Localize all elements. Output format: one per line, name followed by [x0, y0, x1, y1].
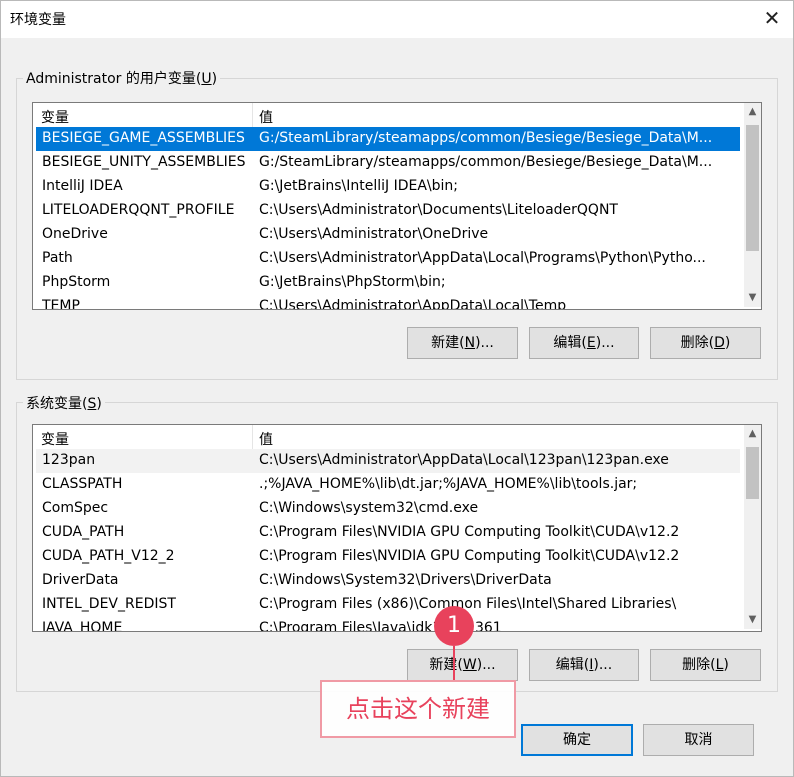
list-header: 变量 值	[33, 103, 741, 127]
table-row[interactable]: LITELOADERQQNT_PROFILE C:\Users\Administr…	[36, 199, 740, 223]
callout-pointer-line	[453, 646, 455, 680]
table-row[interactable]: BESIEGE_GAME_ASSEMBLIES G:/SteamLibrary/s…	[36, 127, 740, 151]
window-title: 环境变量	[10, 12, 66, 28]
title-bar: 环境变量 ✕	[0, 0, 794, 38]
user-new-button[interactable]: 新建(N)...	[407, 327, 518, 359]
table-row[interactable]: INTEL_DEV_REDIST C:\Program Files (x86)\C…	[36, 593, 740, 617]
table-row[interactable]: DriverData C:\Windows\System32\Drivers\Dr…	[36, 569, 740, 593]
ok-button[interactable]: 确定	[521, 724, 633, 756]
column-header-variable[interactable]: 变量	[41, 429, 69, 449]
scroll-thumb[interactable]	[746, 447, 759, 499]
table-row[interactable]: TEMP C:\Users\Administrator\AppData\Local…	[36, 295, 740, 310]
variable-name-cell: IntelliJ IDEA	[42, 178, 123, 194]
variable-name-cell: CUDA_PATH_V12_2	[42, 548, 175, 564]
table-row[interactable]: IntelliJ IDEA G:\JetBrains\IntelliJ IDEA\…	[36, 175, 740, 199]
variable-value-cell: C:\Users\Administrator\AppData\Local\123…	[259, 452, 669, 468]
column-divider[interactable]	[252, 103, 253, 127]
variable-value-cell: C:\Program Files (x86)\Common Files\Inte…	[259, 596, 677, 612]
variable-name-cell: CLASSPATH	[42, 476, 123, 492]
variable-value-cell: G:\JetBrains\IntelliJ IDEA\bin;	[259, 178, 458, 194]
step-number-badge: 1	[434, 606, 474, 646]
column-header-value[interactable]: 值	[259, 429, 273, 449]
variable-value-cell: G:\JetBrains\PhpStorm\bin;	[259, 274, 446, 290]
vertical-scrollbar[interactable]: ▲ ▼	[744, 103, 761, 307]
close-icon[interactable]: ✕	[760, 5, 784, 31]
list-header: 变量 值	[33, 425, 741, 449]
table-row[interactable]: 123pan C:\Users\Administrator\AppData\Loc…	[36, 449, 740, 473]
table-row[interactable]: JAVA_HOME C:\Program Files\Java\jdk1.8.0_…	[36, 617, 740, 632]
variable-name-cell: BESIEGE_UNITY_ASSEMBLIES	[42, 154, 246, 170]
variable-name-cell: CUDA_PATH	[42, 524, 125, 540]
system-delete-button[interactable]: 删除(L)	[650, 649, 761, 681]
variable-value-cell: C:\Program Files\NVIDIA GPU Computing To…	[259, 524, 680, 540]
user-variables-list[interactable]: 变量 值 BESIEGE_GAME_ASSEMBLIES G:/SteamLibr…	[32, 102, 762, 310]
variable-value-cell: C:\Users\Administrator\OneDrive	[259, 226, 489, 242]
table-row[interactable]: Path C:\Users\Administrator\AppData\Local…	[36, 247, 740, 271]
table-row[interactable]: BESIEGE_UNITY_ASSEMBLIES G:/SteamLibrary/…	[36, 151, 740, 175]
column-header-value[interactable]: 值	[259, 107, 273, 127]
vertical-scrollbar[interactable]: ▲ ▼	[744, 425, 761, 629]
variable-name-cell: OneDrive	[42, 226, 108, 242]
cancel-button[interactable]: 取消	[643, 724, 754, 756]
callout-text-box: 点击这个新建	[320, 680, 516, 738]
system-variables-label: 系统变量(S)	[23, 393, 105, 413]
table-row[interactable]: CUDA_PATH_V12_2 C:\Program Files\NVIDIA G…	[36, 545, 740, 569]
table-row[interactable]: CLASSPATH .;%JAVA_HOME%\lib\dt.jar;%JAVA_…	[36, 473, 740, 497]
variable-name-cell: INTEL_DEV_REDIST	[42, 596, 176, 612]
table-row[interactable]: CUDA_PATH C:\Program Files\NVIDIA GPU Com…	[36, 521, 740, 545]
variable-value-cell: C:\Windows\system32\cmd.exe	[259, 500, 479, 516]
variable-value-cell: G:/SteamLibrary/steamapps/common/Besiege…	[259, 154, 713, 170]
variable-value-cell: C:\Program Files\Java\jdk1.8.0_361	[259, 620, 502, 632]
variable-value-cell: C:\Users\Administrator\Documents\Liteloa…	[259, 202, 618, 218]
scroll-up-icon[interactable]: ▲	[744, 103, 761, 120]
variable-name-cell: 123pan	[42, 452, 96, 468]
variable-name-cell: LITELOADERQQNT_PROFILE	[42, 202, 235, 218]
variable-name-cell: Path	[42, 250, 73, 266]
variable-value-cell: C:\Users\Administrator\AppData\Local\Pro…	[259, 250, 706, 266]
table-row[interactable]: OneDrive C:\Users\Administrator\OneDrive	[36, 223, 740, 247]
variable-name-cell: DriverData	[42, 572, 119, 588]
variable-value-cell: .;%JAVA_HOME%\lib\dt.jar;%JAVA_HOME%\lib…	[259, 476, 638, 492]
system-new-button[interactable]: 新建(W)...	[407, 649, 518, 681]
user-delete-button[interactable]: 删除(D)	[650, 327, 761, 359]
variable-value-cell: G:/SteamLibrary/steamapps/common/Besiege…	[259, 130, 713, 146]
user-variables-label: Administrator 的用户变量(U)	[23, 68, 221, 88]
system-edit-button[interactable]: 编辑(I)...	[529, 649, 639, 681]
table-row[interactable]: ComSpec C:\Windows\system32\cmd.exe	[36, 497, 740, 521]
variable-value-cell: C:\Program Files\NVIDIA GPU Computing To…	[259, 548, 680, 564]
variable-value-cell: C:\Users\Administrator\AppData\Local\Tem…	[259, 298, 567, 310]
variable-name-cell: JAVA_HOME	[42, 620, 123, 632]
variable-name-cell: TEMP	[42, 298, 80, 310]
column-header-variable[interactable]: 变量	[41, 107, 69, 127]
user-edit-button[interactable]: 编辑(E)...	[529, 327, 639, 359]
scroll-up-icon[interactable]: ▲	[744, 425, 761, 442]
scroll-down-icon[interactable]: ▼	[744, 289, 761, 306]
variable-value-cell: C:\Windows\System32\Drivers\DriverData	[259, 572, 552, 588]
variable-name-cell: BESIEGE_GAME_ASSEMBLIES	[42, 130, 245, 146]
variable-name-cell: ComSpec	[42, 500, 109, 516]
variable-name-cell: PhpStorm	[42, 274, 111, 290]
table-row[interactable]: PhpStorm G:\JetBrains\PhpStorm\bin;	[36, 271, 740, 295]
scroll-thumb[interactable]	[746, 125, 759, 251]
column-divider[interactable]	[252, 425, 253, 449]
system-variables-list[interactable]: 变量 值 123pan C:\Users\Administrator\AppDat…	[32, 424, 762, 632]
scroll-down-icon[interactable]: ▼	[744, 611, 761, 628]
